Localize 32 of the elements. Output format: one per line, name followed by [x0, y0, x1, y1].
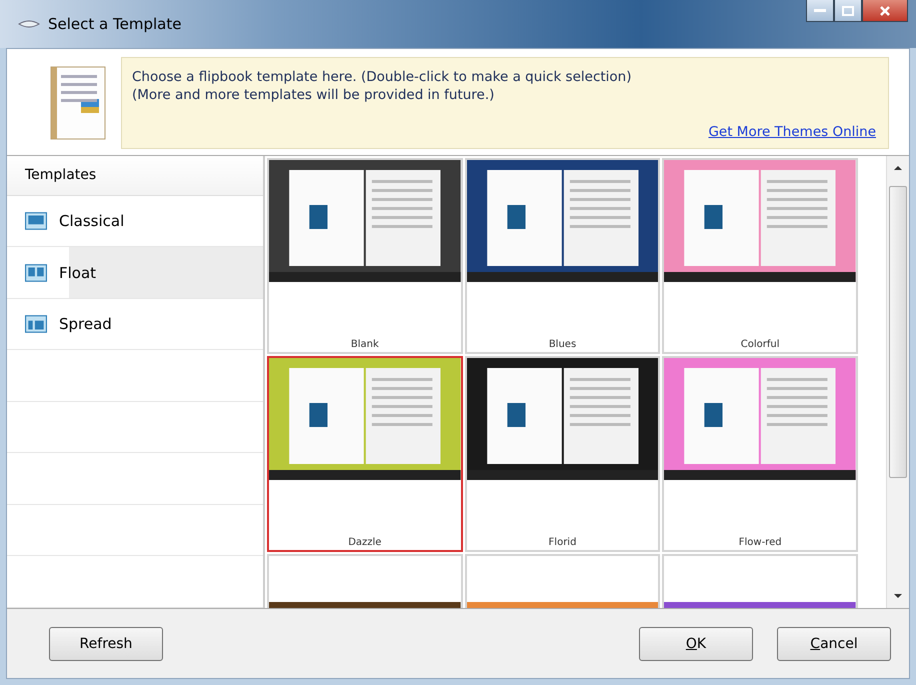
scroll-thumb[interactable] — [889, 186, 907, 478]
minimize-button[interactable] — [806, 0, 834, 22]
info-text: Choose a flipbook template here. (Double-click to make a quick selection) — [132, 68, 632, 86]
more-themes-link[interactable]: Get More Themes Online — [708, 124, 876, 140]
template-tile[interactable]: Flow-red — [662, 356, 858, 552]
layout-icon — [25, 315, 47, 334]
template-name: Blank — [350, 339, 380, 352]
minimize-icon — [814, 8, 826, 12]
template-name: Colorful — [740, 339, 781, 352]
close-button[interactable] — [862, 0, 908, 22]
close-icon — [879, 4, 891, 16]
template-tile[interactable]: Blank — [267, 158, 463, 354]
template-tile[interactable]: Blues — [464, 158, 660, 354]
template-name: Blues — [548, 339, 578, 352]
layout-icon — [25, 264, 47, 282]
template-name: Flow-red — [738, 537, 783, 550]
scroll-up-icon[interactable] — [893, 164, 903, 172]
scroll-down-icon[interactable] — [893, 592, 903, 600]
maximize-button[interactable] — [834, 0, 862, 22]
scrollbar[interactable] — [886, 156, 909, 608]
template-tile[interactable]: Florid — [464, 356, 660, 552]
maximize-icon — [842, 6, 854, 16]
ok-button[interactable]: OK — [639, 626, 753, 660]
template-tile[interactable]: Dazzle — [267, 356, 463, 552]
cancel-button[interactable]: Cancel — [777, 626, 891, 660]
layout-icon — [25, 212, 47, 230]
info-text: (More and more templates will be provided in future.) — [132, 86, 496, 104]
refresh-button[interactable]: Refresh — [49, 626, 163, 660]
template-name: Florid — [548, 537, 578, 550]
template-tile[interactable]: Colorful — [662, 158, 858, 354]
window-title: Select a Template — [48, 15, 182, 33]
template-name: Dazzle — [347, 537, 382, 550]
